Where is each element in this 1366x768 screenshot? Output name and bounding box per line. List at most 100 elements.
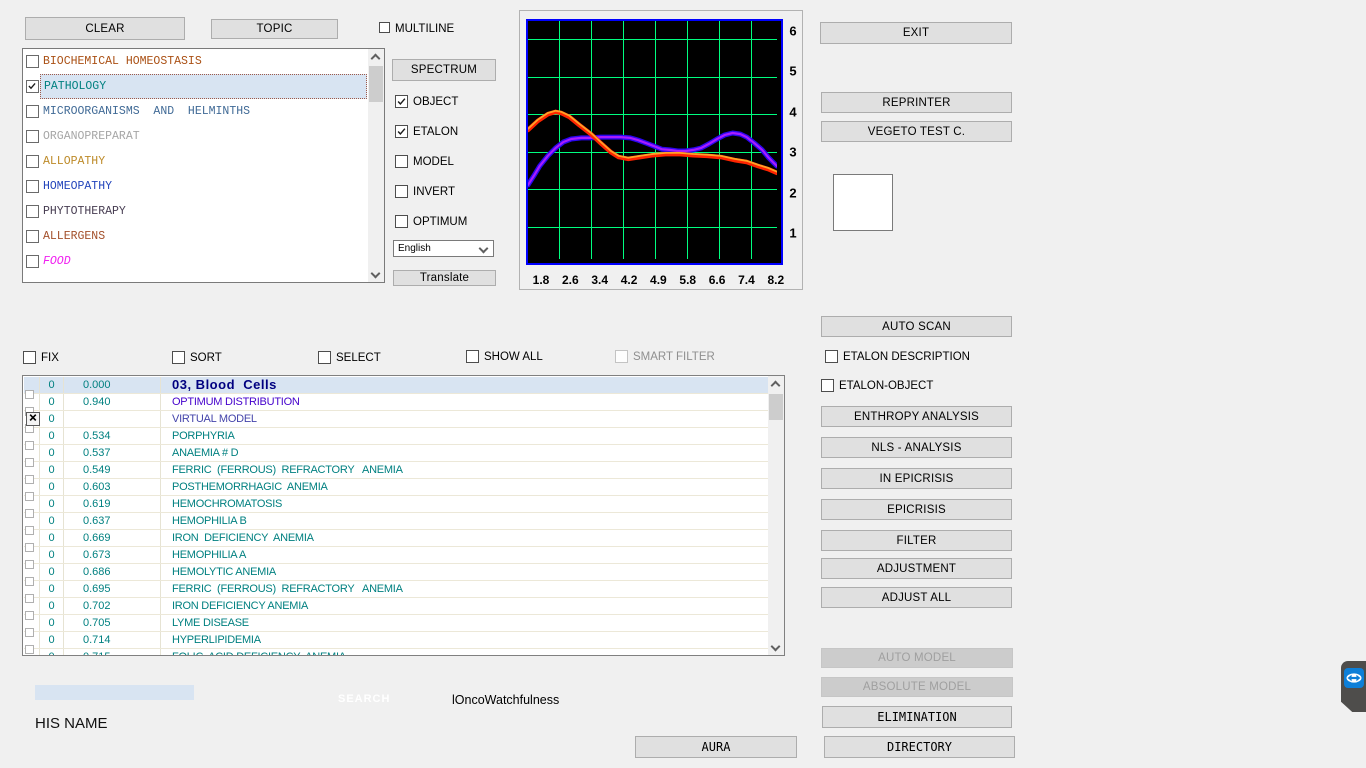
model-checkbox[interactable]	[395, 155, 408, 168]
table-row[interactable]: 00.00003, Blood Cells	[24, 377, 769, 394]
table-row[interactable]: 00.705LYME DISEASE	[24, 615, 769, 632]
category-listbox[interactable]: BIOCHEMICAL HOMEOSTASISPATHOLOGYMICROORG…	[22, 48, 385, 283]
teamviewer-icon[interactable]	[1341, 661, 1366, 712]
scrollbar-thumb[interactable]	[369, 66, 383, 102]
table-row[interactable]: 0VIRTUAL MODEL	[24, 411, 769, 428]
table-row[interactable]: 00.686HEMOLYTIC ANEMIA	[24, 564, 769, 581]
category-item[interactable]: BIOCHEMICAL HOMEOSTASIS	[24, 49, 367, 74]
results-table[interactable]: 00.00003, Blood Cells00.940OPTIMUM DISTR…	[22, 375, 785, 656]
row-expand-box[interactable]	[25, 509, 34, 518]
y-tick-label: 1	[789, 226, 796, 241]
x-tick-label: 7.4	[738, 273, 755, 287]
aura-button[interactable]: AURA	[635, 736, 797, 758]
category-item[interactable]: PATHOLOGY	[24, 74, 367, 99]
search-input[interactable]	[35, 685, 194, 700]
chevron-down-icon	[479, 244, 489, 254]
row-expand-box[interactable]	[25, 492, 34, 501]
category-item[interactable]: HOMEOPATHY	[24, 174, 367, 199]
table-row[interactable]: 00.695FERRIC (FERROUS) REFRACTORY ANEMIA	[24, 581, 769, 598]
row-expand-box[interactable]	[25, 628, 34, 637]
epicrisis-button[interactable]: EPICRISIS	[821, 499, 1012, 520]
row-expand-box[interactable]	[25, 594, 34, 603]
category-checkbox[interactable]	[26, 55, 39, 68]
table-row[interactable]: 00.669IRON DEFICIENCY ANEMIA	[24, 530, 769, 547]
row-expand-box[interactable]	[25, 441, 34, 450]
enthropy-button[interactable]: ENTHROPY ANALYSIS	[821, 406, 1012, 427]
scrollbar-thumb[interactable]	[769, 394, 783, 420]
exit-button[interactable]: EXIT	[820, 22, 1012, 44]
fix-checkbox[interactable]	[23, 351, 36, 364]
clear-button[interactable]: CLEAR	[25, 17, 185, 40]
row-x-checkbox[interactable]: ×	[26, 412, 40, 426]
optimum-checkbox[interactable]	[395, 215, 408, 228]
row-expand-box[interactable]	[25, 458, 34, 467]
category-checkbox[interactable]	[26, 180, 39, 193]
category-list-scrollbar[interactable]	[368, 49, 384, 282]
translate-button[interactable]: Translate	[393, 270, 496, 286]
model-label: MODEL	[413, 156, 454, 169]
row-expand-box[interactable]	[25, 390, 34, 399]
directory-button[interactable]: DIRECTORY	[824, 736, 1015, 758]
category-checkbox[interactable]	[26, 155, 39, 168]
category-checkbox[interactable]	[26, 80, 39, 93]
select-checkbox[interactable]	[318, 351, 331, 364]
category-checkbox[interactable]	[26, 230, 39, 243]
table-row[interactable]: 00.603POSTHEMORRHAGIC ANEMIA	[24, 479, 769, 496]
multiline-checkbox[interactable]	[379, 22, 390, 33]
table-row[interactable]: 00.702IRON DEFICIENCY ANEMIA	[24, 598, 769, 615]
adjustall-button[interactable]: ADJUST ALL	[821, 587, 1012, 608]
object-checkbox[interactable]	[395, 95, 408, 108]
category-checkbox[interactable]	[26, 205, 39, 218]
nls-button[interactable]: NLS - ANALYSIS	[821, 437, 1012, 458]
sort-checkbox[interactable]	[172, 351, 185, 364]
spectrum-chart-panel: 1.82.63.44.24.95.86.67.48.2 654321	[519, 10, 803, 290]
category-item[interactable]: MICROORGANISMS AND HELMINTHS	[24, 99, 367, 124]
table-row[interactable]: 00.714HYPERLIPIDEMIA	[24, 632, 769, 649]
row-expand-box[interactable]	[25, 543, 34, 552]
row-value-cell: 0.673	[64, 547, 161, 563]
etalonobj-checkbox[interactable]	[821, 379, 834, 392]
category-checkbox[interactable]	[26, 105, 39, 118]
spectrum-button[interactable]: SPECTRUM	[392, 59, 496, 81]
language-select[interactable]: English	[393, 240, 494, 257]
filter-button[interactable]: FILTER	[821, 530, 1012, 551]
reprinter-button[interactable]: REPRINTER	[821, 92, 1012, 113]
etalon-checkbox[interactable]	[395, 125, 408, 138]
vegeto-button[interactable]: VEGETO TEST C.	[821, 121, 1012, 142]
table-row[interactable]: 00.940OPTIMUM DISTRIBUTION	[24, 394, 769, 411]
elimination-button[interactable]: ELIMINATION	[822, 706, 1012, 728]
category-checkbox[interactable]	[26, 255, 39, 268]
row-expand-box[interactable]	[25, 475, 34, 484]
table-row[interactable]: 00.619HEMOCHROMATOSIS	[24, 496, 769, 513]
table-row[interactable]: 00.549FERRIC (FERROUS) REFRACTORY ANEMIA	[24, 462, 769, 479]
inepic-button[interactable]: IN EPICRISIS	[821, 468, 1012, 489]
category-item[interactable]: ORGANOPREPARAT	[24, 124, 367, 149]
category-item[interactable]: ALLOPATHY	[24, 149, 367, 174]
scroll-down-icon[interactable]	[371, 269, 381, 279]
row-expand-box[interactable]	[25, 611, 34, 620]
etalondesc-checkbox[interactable]	[825, 350, 838, 363]
table-row[interactable]: 00.537ANAEMIA # D	[24, 445, 769, 462]
category-checkbox[interactable]	[26, 130, 39, 143]
row-expand-box[interactable]	[25, 526, 34, 535]
row-count-cell: 0	[40, 377, 64, 393]
row-expand-box[interactable]	[25, 577, 34, 586]
results-table-scrollbar[interactable]	[768, 376, 784, 655]
table-row[interactable]: 00.534PORPHYRIA	[24, 428, 769, 445]
autoscan-button[interactable]: AUTO SCAN	[821, 316, 1012, 337]
scroll-up-icon[interactable]	[371, 54, 381, 64]
table-row[interactable]: 00.637HEMOPHILIA B	[24, 513, 769, 530]
scroll-down-icon[interactable]	[771, 642, 781, 652]
showall-checkbox[interactable]	[466, 350, 479, 363]
row-expand-box[interactable]	[25, 645, 34, 654]
topic-button[interactable]: TOPIC	[211, 19, 338, 39]
table-row[interactable]: 00.715FOLIC ACID DEFICIENCY ANEMIA	[24, 649, 769, 655]
row-expand-box[interactable]	[25, 560, 34, 569]
category-item[interactable]: ALLERGENS	[24, 224, 367, 249]
category-item[interactable]: FOOD	[24, 249, 367, 274]
scroll-up-icon[interactable]	[771, 381, 781, 391]
table-row[interactable]: 00.673HEMOPHILIA A	[24, 547, 769, 564]
category-item[interactable]: PHYTOTHERAPY	[24, 199, 367, 224]
adjustment-button[interactable]: ADJUSTMENT	[821, 558, 1012, 579]
invert-checkbox[interactable]	[395, 185, 408, 198]
